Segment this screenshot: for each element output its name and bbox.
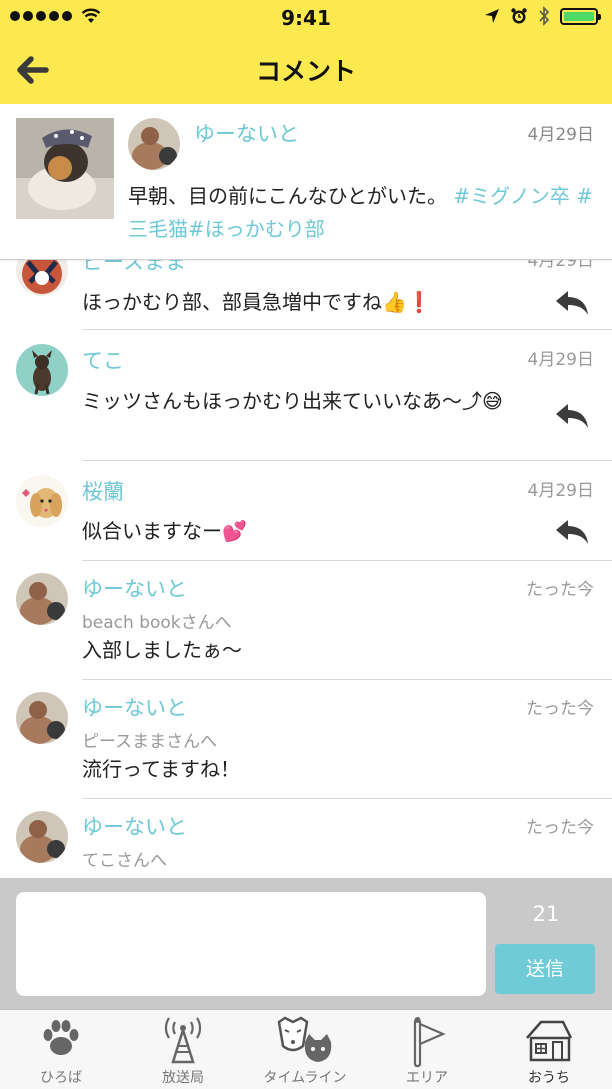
reply-button[interactable] — [554, 402, 590, 430]
reply-button[interactable] — [554, 289, 590, 317]
paw-icon — [43, 1020, 79, 1055]
comment-date: たった今 — [526, 818, 594, 838]
status-icons — [484, 6, 601, 26]
comment-author[interactable]: ゆーないと — [82, 692, 187, 722]
flag-icon — [413, 1017, 446, 1068]
comment-text: 流行ってますね！ — [82, 757, 240, 781]
comment-text: 似合いますなー💕 — [82, 519, 247, 543]
reply-button[interactable] — [554, 518, 590, 546]
tab-broadcast[interactable]: 放送局 — [122, 1010, 244, 1089]
post-body: 早朝、目の前にこんなひとがいた。 — [128, 184, 447, 208]
avatar[interactable] — [16, 811, 68, 863]
post-date: 4月29日 — [527, 125, 594, 145]
location-arrow-icon — [485, 9, 499, 23]
battery-icon — [560, 7, 601, 25]
post-author-name[interactable]: ゆーないと — [194, 118, 299, 148]
tab-bar: ひろば 放送局 タイムライン エリア おうち — [0, 1009, 612, 1089]
comment-item: 桜蘭 4月29日 似合いますなー💕 — [0, 461, 612, 561]
tab-home[interactable]: おうち — [488, 1010, 610, 1089]
tab-area[interactable]: エリア — [366, 1010, 488, 1089]
comment-date: たった今 — [526, 580, 594, 600]
comment-author[interactable]: 桜蘭 — [82, 476, 124, 506]
dog-cat-icon — [277, 1016, 332, 1062]
reply-arrow-icon — [556, 404, 588, 428]
comment-date: たった今 — [526, 699, 594, 719]
bluetooth-icon — [539, 6, 550, 26]
comment-composer: 21 送信 — [0, 878, 612, 1009]
tab-label: おうち — [528, 1070, 570, 1086]
reply-recipient: てこさんへ — [82, 851, 167, 871]
comment-text: ミッツさんもほっかむり出来ていいなあ〜⤴😅 — [82, 389, 503, 413]
reply-recipient: beach bookさんへ — [82, 613, 232, 633]
tab-label: ひろば — [40, 1070, 82, 1086]
tab-label: エリア — [406, 1070, 448, 1086]
comment-date: 4月29日 — [527, 350, 594, 370]
comment-item: ゆーないと たった今 beach bookさんへ 入部しましたぁ〜 — [0, 561, 612, 680]
comment-input[interactable] — [16, 892, 486, 996]
avatar[interactable] — [16, 692, 68, 744]
comment-text: 入部しましたぁ〜 — [82, 638, 242, 662]
avatar[interactable] — [16, 344, 68, 396]
comment-item: てこ 4月29日 ミッツさんもほっかむり出来ていいなあ〜⤴😅 — [0, 330, 612, 461]
house-icon — [526, 1020, 573, 1062]
comment-date: 4月29日 — [527, 481, 594, 501]
reply-arrow-icon — [556, 291, 588, 315]
avatar[interactable] — [16, 573, 68, 625]
char-count: 21 — [532, 902, 560, 926]
broadcast-tower-icon — [164, 1017, 202, 1064]
tab-label: 放送局 — [162, 1070, 204, 1086]
app-header: コメント — [0, 36, 612, 104]
send-button[interactable]: 送信 — [495, 944, 595, 994]
avatar[interactable] — [16, 475, 68, 527]
alarm-icon — [511, 8, 527, 24]
reply-arrow-icon — [556, 520, 588, 544]
comment-author[interactable]: てこ — [82, 345, 124, 375]
comment-item: ゆーないと たった今 ピースままさんへ 流行ってますね！ — [0, 680, 612, 799]
post-author-avatar[interactable] — [128, 118, 180, 170]
reply-recipient: ピースままさんへ — [82, 732, 218, 752]
post-photo[interactable] — [16, 118, 114, 219]
post-text: 早朝、目の前にこんなひとがいた。 #ミグノン卒 #三毛猫#ほっかむり部 — [128, 180, 598, 246]
tab-timeline[interactable]: タイムライン — [244, 1010, 366, 1089]
original-post: ゆーないと 4月29日 早朝、目の前にこんなひとがいた。 #ミグノン卒 #三毛猫… — [0, 104, 612, 260]
screen: 9:41 コメント ピースまま 4月29日 ほっかむり部、部員急増中ですね👍❗ — [0, 0, 612, 1089]
tab-hiroba[interactable]: ひろば — [0, 1010, 122, 1089]
status-bar: 9:41 — [0, 0, 612, 36]
comment-author[interactable]: ゆーないと — [82, 811, 187, 841]
comment-list[interactable]: ピースまま 4月29日 ほっかむり部、部員急増中ですね👍❗ てこ 4月29日 ミ… — [0, 232, 612, 878]
page-title: コメント — [255, 57, 356, 86]
tab-label: タイムライン — [263, 1070, 347, 1086]
comment-text: ほっかむり部、部員急増中ですね👍❗ — [82, 290, 432, 314]
comment-author[interactable]: ゆーないと — [82, 573, 187, 603]
comment-item: ゆーないと たった今 てこさんへ — [0, 799, 612, 878]
